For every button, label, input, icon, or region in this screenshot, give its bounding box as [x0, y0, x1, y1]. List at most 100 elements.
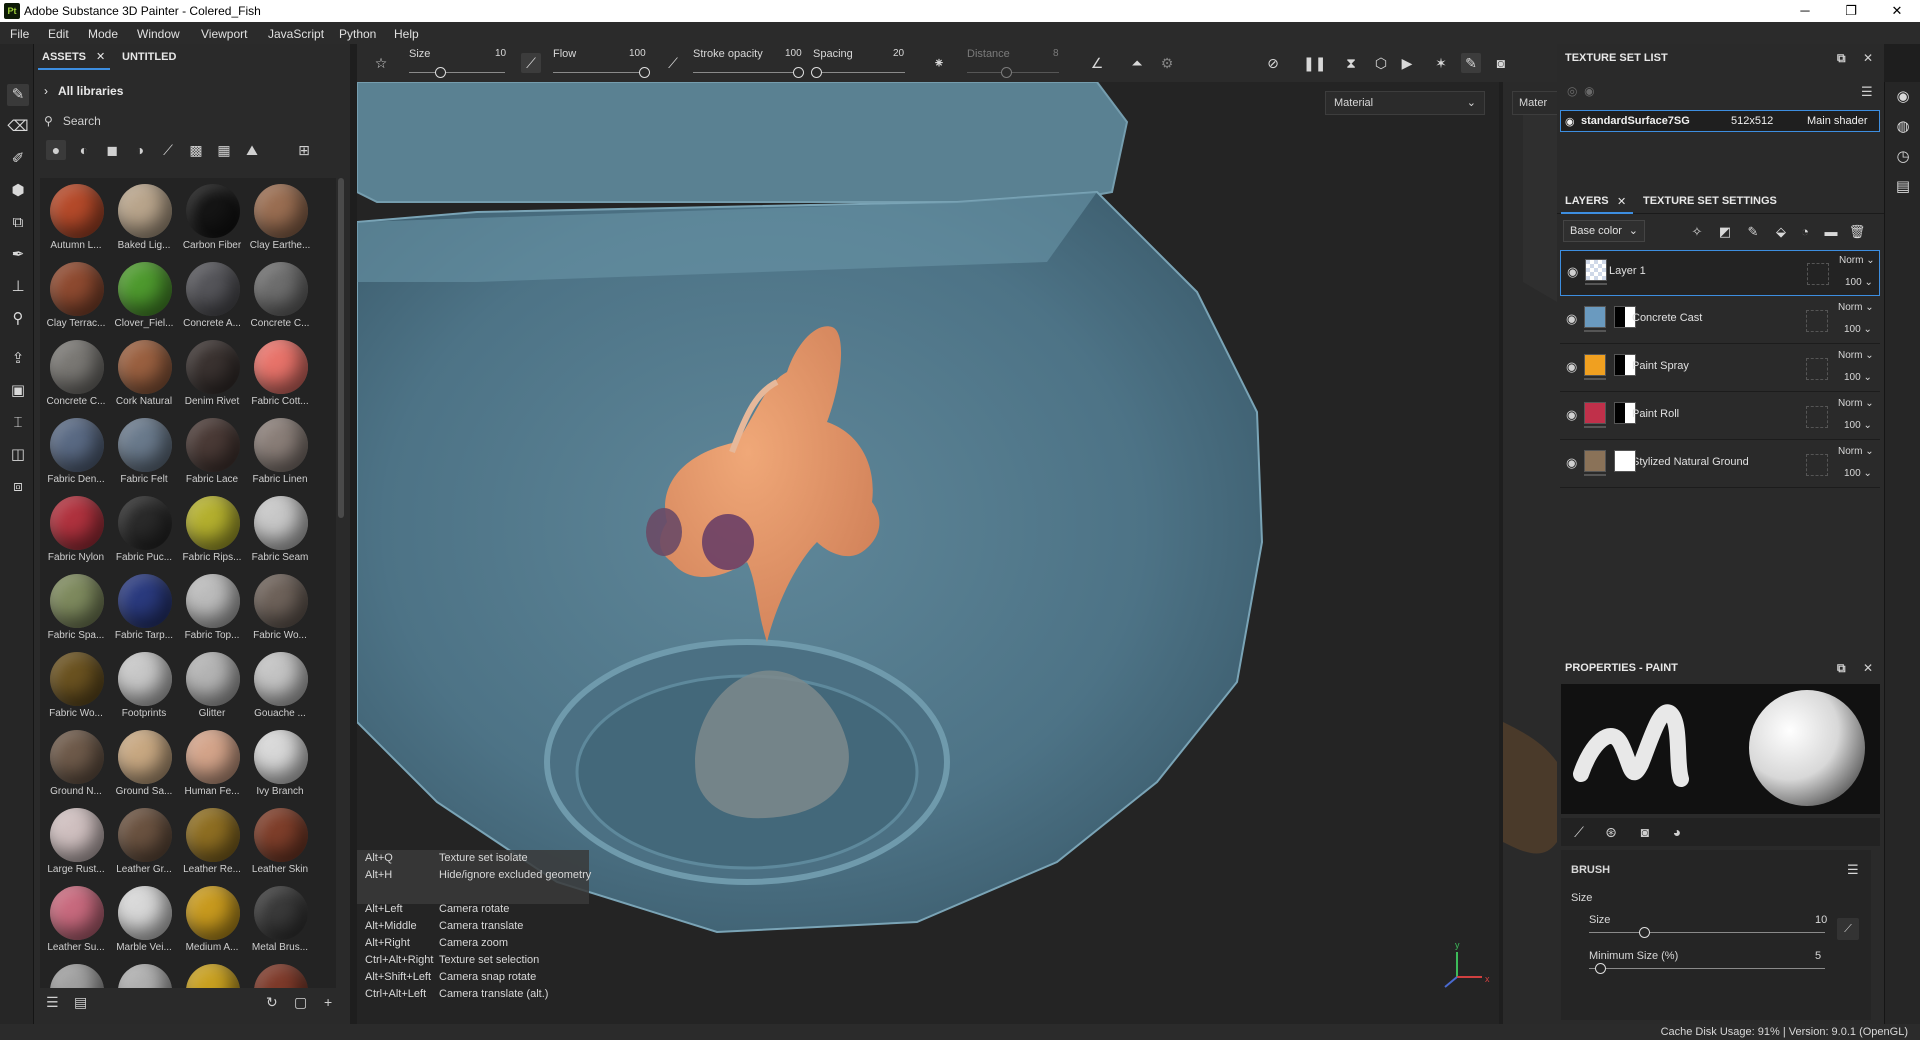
eraser-tool-icon[interactable]: ⌫: [7, 116, 29, 138]
section-menu-icon[interactable]: ☰: [1847, 862, 1859, 878]
material-asset-tile[interactable]: Leather Skin: [246, 804, 314, 882]
projection-tool-icon[interactable]: ✐: [7, 148, 29, 170]
material-asset-tile[interactable]: Fabric Spa...: [42, 570, 110, 648]
spacing-slider[interactable]: Spacing 20: [811, 48, 905, 78]
material-asset-tile[interactable]: Clover_Fiel...: [110, 258, 178, 336]
menu-mode[interactable]: Mode: [88, 27, 118, 41]
opacity-select[interactable]: 100 ⌄: [1844, 372, 1872, 383]
stamp-tool-icon[interactable]: ⊥: [7, 276, 29, 298]
flow-slider[interactable]: Flow 100: [553, 48, 650, 78]
add-folder-icon[interactable]: ▬: [1821, 222, 1841, 242]
export-icon[interactable]: ⇪: [7, 348, 29, 370]
close-window-button[interactable]: ✕: [1882, 2, 1912, 20]
filter-environments-icon[interactable]: ⛰: [242, 140, 262, 160]
min-size-slider-track[interactable]: [1589, 968, 1825, 969]
menu-python[interactable]: Python: [339, 27, 376, 41]
blend-mode-select[interactable]: Norm ⌄: [1838, 398, 1874, 409]
material-tab-icon[interactable]: ◕: [1667, 822, 1687, 842]
flow-pen-pressure-icon[interactable]: ⟋: [663, 53, 683, 73]
layer-mask-slot[interactable]: [1806, 406, 1828, 428]
add-mask-icon[interactable]: ◩: [1715, 222, 1735, 242]
symmetry-settings-icon[interactable]: ⚙: [1157, 53, 1177, 73]
angle-icon[interactable]: ∠: [1087, 53, 1107, 73]
material-asset-tile[interactable]: Fabric Cott...: [246, 336, 314, 414]
filter-masks-icon[interactable]: ◼: [102, 140, 122, 160]
layer-mask-thumbnail[interactable]: [1614, 450, 1636, 472]
filter-smart-materials-icon[interactable]: ◐: [74, 140, 94, 160]
details-view-icon[interactable]: ▤: [74, 994, 87, 1011]
material-asset-tile[interactable]: Leather Su...: [42, 882, 110, 960]
color-picker-tool-icon[interactable]: ⚲: [7, 308, 29, 330]
add-asset-icon[interactable]: +: [324, 994, 332, 1010]
material-asset-tile[interactable]: Baked Lig...: [110, 180, 178, 258]
assets-icon[interactable]: ⧈: [7, 476, 29, 498]
filter-materials-icon[interactable]: ●: [46, 140, 66, 160]
material-asset-tile[interactable]: Fabric Linen: [246, 414, 314, 492]
add-paint-layer-icon[interactable]: ✎: [1743, 222, 1763, 242]
material-asset-tile[interactable]: Fabric Nylon: [42, 492, 110, 570]
paint-mode-icon[interactable]: ✎: [1461, 53, 1481, 73]
blend-mode-select[interactable]: Norm ⌄: [1838, 446, 1874, 457]
material-asset-tile[interactable]: Marble Vei...: [110, 882, 178, 960]
min-size-slider-handle[interactable]: [1595, 963, 1606, 974]
refresh-icon[interactable]: ↻: [266, 994, 278, 1011]
material-asset-tile[interactable]: Fabric Wo...: [246, 570, 314, 648]
material-asset-tile[interactable]: Autumn L...: [42, 180, 110, 258]
eye-icon[interactable]: ◉: [1565, 115, 1575, 128]
material-asset-tile[interactable]: Gouache ...: [246, 648, 314, 726]
material-asset-tile[interactable]: Fabric Top...: [178, 570, 246, 648]
material-asset-tile[interactable]: Fabric Tarp...: [110, 570, 178, 648]
stencil-tab-icon[interactable]: ◙: [1635, 822, 1655, 842]
paint-brush-tool-icon[interactable]: ✎: [7, 84, 29, 106]
material-asset-tile[interactable]: Cork Natural: [110, 336, 178, 414]
brush-tab-icon[interactable]: ⟋: [1569, 822, 1589, 842]
tab-assets[interactable]: ASSETS: [42, 44, 86, 70]
filter-alphas-icon[interactable]: ▩: [186, 140, 206, 160]
eye-icon[interactable]: ◉: [1566, 407, 1577, 423]
menu-javascript[interactable]: JavaScript: [268, 27, 324, 41]
history-icon[interactable]: ◷: [1892, 146, 1914, 168]
undock-icon[interactable]: ⧉: [1837, 654, 1846, 682]
log-icon[interactable]: ▤: [1892, 176, 1914, 198]
alpha-tab-icon[interactable]: ⊛: [1601, 822, 1621, 842]
material-asset-tile[interactable]: Fabric Rips...: [178, 492, 246, 570]
material-asset-tile[interactable]: Concrete A...: [178, 258, 246, 336]
clone-tool-icon[interactable]: ✒: [7, 244, 29, 266]
list-view-icon[interactable]: ☰: [46, 994, 59, 1011]
undock-icon[interactable]: ⧉: [1837, 44, 1846, 72]
material-asset-tile[interactable]: Clay Terrac...: [42, 258, 110, 336]
layer-row[interactable]: ◉ Layer 1 Norm ⌄ 100 ⌄: [1560, 250, 1880, 296]
menu-icon[interactable]: ☰: [1861, 84, 1873, 100]
material-asset-tile[interactable]: Concrete C...: [42, 336, 110, 414]
material-asset-tile[interactable]: Human Fe...: [178, 726, 246, 804]
material-asset-tile[interactable]: Fabric Wo...: [42, 648, 110, 726]
material-asset-tile[interactable]: Leather Re...: [178, 804, 246, 882]
eye-icon[interactable]: ◉: [1566, 455, 1577, 471]
material-asset-tile[interactable]: Glitter: [178, 648, 246, 726]
layer-mask-slot[interactable]: [1807, 263, 1829, 285]
material-asset-tile[interactable]: Denim Rivet: [178, 336, 246, 414]
material-asset-tile[interactable]: Fabric Den...: [42, 414, 110, 492]
lazy-mouse-icon[interactable]: ⁕: [929, 53, 949, 73]
minimize-button[interactable]: ─: [1790, 2, 1820, 20]
search-input[interactable]: ⚲ Search: [44, 114, 101, 128]
menu-edit[interactable]: Edit: [48, 27, 69, 41]
eye-icon[interactable]: ◉: [1567, 264, 1578, 280]
layer-mask-slot[interactable]: [1806, 310, 1828, 332]
hide-geometry-icon[interactable]: ⊘: [1263, 53, 1283, 73]
display-settings-icon[interactable]: ✶: [1431, 53, 1451, 73]
material-asset-tile[interactable]: Medium A...: [178, 882, 246, 960]
blend-mode-select[interactable]: Norm ⌄: [1838, 302, 1874, 313]
blend-mode-select[interactable]: Norm ⌄: [1838, 350, 1874, 361]
add-smart-material-icon[interactable]: ◔: [1795, 222, 1815, 242]
material-asset-tile[interactable]: Ground N...: [42, 726, 110, 804]
material-asset-tile[interactable]: Fabric Felt: [110, 414, 178, 492]
eye-icon[interactable]: ◉: [1566, 359, 1577, 375]
view-mode-icon[interactable]: ⧗: [1341, 53, 1361, 73]
close-panel-icon[interactable]: ✕: [1863, 654, 1873, 682]
opacity-select[interactable]: 100 ⌄: [1845, 277, 1873, 288]
symmetry-icon[interactable]: ⏶: [1127, 53, 1147, 73]
tab-texture-set-settings[interactable]: TEXTURE SET SETTINGS: [1643, 195, 1777, 207]
layer-row[interactable]: ◉ Paint Spray Norm ⌄ 100 ⌄: [1560, 346, 1880, 392]
camera-icon[interactable]: ▶: [1397, 53, 1417, 73]
